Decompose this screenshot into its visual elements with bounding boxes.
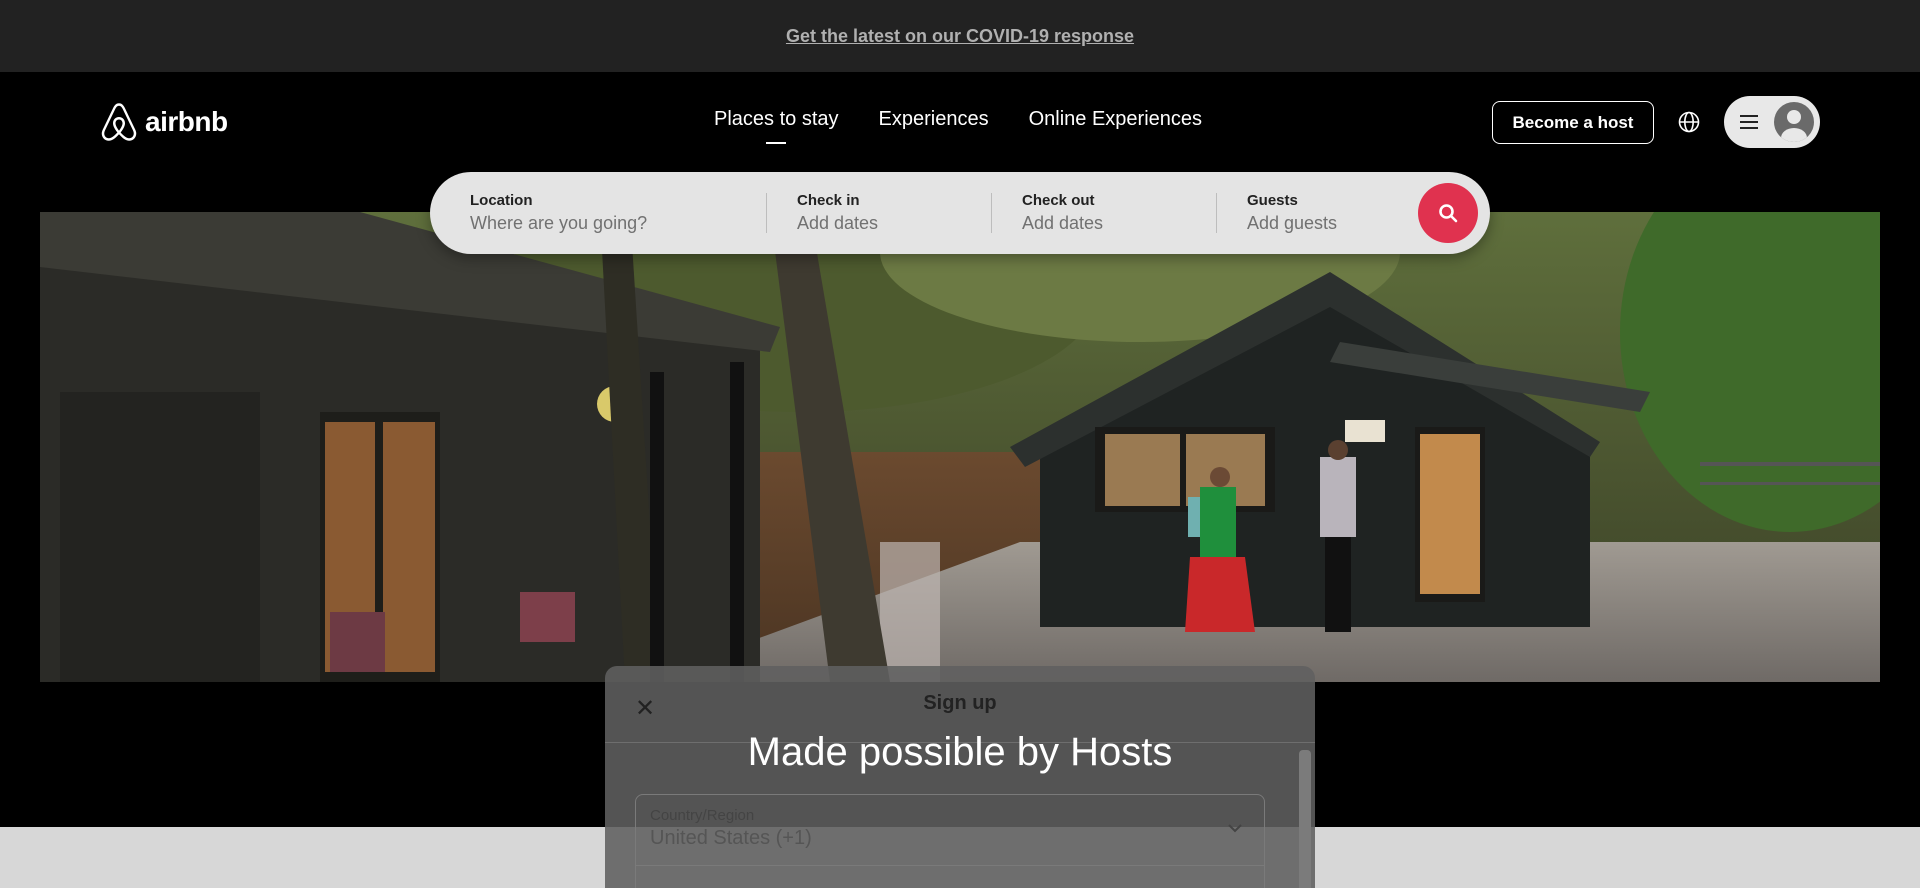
covid-response-link[interactable]: Get the latest on our COVID-19 response — [786, 26, 1134, 47]
guests-value: Add guests — [1247, 213, 1338, 233]
covid-banner: Get the latest on our COVID-19 response — [0, 0, 1920, 72]
profile-menu-button[interactable] — [1724, 96, 1820, 148]
nav-places-to-stay[interactable]: Places to stay — [714, 108, 839, 131]
search-icon — [1439, 204, 1458, 223]
check-out-label: Check out — [1022, 192, 1095, 209]
check-in-label: Check in — [797, 192, 860, 209]
location-label: Location — [470, 192, 533, 209]
location-input[interactable]: Where are you going? — [470, 213, 766, 234]
header: airbnb Places to stay Experiences Online… — [0, 72, 1920, 172]
check-in-value: Add dates — [797, 213, 879, 233]
search-button[interactable] — [1418, 183, 1478, 243]
country-region-value: United States (+1) — [650, 827, 812, 849]
field-divider — [636, 865, 1264, 866]
globe-icon[interactable] — [1677, 110, 1701, 134]
location-field[interactable]: Location Where are you going? — [430, 172, 766, 254]
hero-image — [40, 212, 1880, 682]
chevron-down-icon — [1228, 824, 1242, 833]
nav-online-experiences[interactable]: Online Experiences — [1029, 108, 1202, 131]
hamburger-icon — [1740, 115, 1758, 129]
signup-modal: ✕ Sign up Country/Region United States (… — [605, 666, 1315, 888]
nav-experiences[interactable]: Experiences — [879, 108, 989, 131]
airbnb-wordmark: airbnb — [145, 106, 228, 137]
hero-headline: Made possible by Hosts — [747, 730, 1173, 774]
country-region-select[interactable]: Country/Region United States (+1) — [635, 794, 1265, 888]
check-out-value: Add dates — [1022, 213, 1104, 233]
guests-field[interactable]: Guests Add guests — [1217, 172, 1417, 254]
check-in-field[interactable]: Check in Add dates — [767, 172, 991, 254]
become-a-host-button[interactable]: Become a host — [1492, 101, 1654, 144]
check-out-field[interactable]: Check out Add dates — [992, 172, 1216, 254]
modal-title: Sign up — [923, 692, 997, 714]
airbnb-logo[interactable]: airbnb — [99, 101, 228, 143]
search-bar: Location Where are you going? Check in A… — [430, 172, 1490, 254]
country-region-label: Country/Region — [650, 807, 755, 824]
airbnb-logo-icon — [101, 103, 137, 141]
main-nav: Places to stay Experiences Online Experi… — [714, 108, 1202, 131]
user-avatar-icon — [1774, 102, 1814, 142]
guests-label: Guests — [1247, 192, 1298, 209]
